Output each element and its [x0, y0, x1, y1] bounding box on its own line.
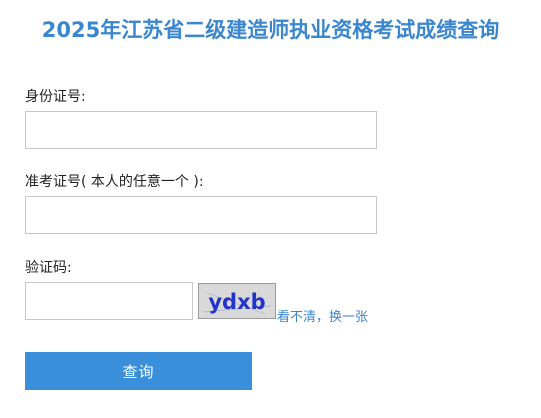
captcha-text: ydxb — [208, 290, 265, 314]
captcha-input[interactable] — [25, 282, 193, 320]
query-button[interactable]: 查询 — [25, 352, 252, 390]
page-title: 2025年江苏省二级建造师执业资格考试成绩查询 — [41, 18, 500, 42]
captcha-label: 验证码: — [25, 260, 72, 276]
admission-number-label: 准考证号( 本人的任意一个 ): — [25, 174, 204, 190]
id-number-input[interactable] — [25, 111, 377, 149]
captcha-image[interactable]: ydxb — [198, 283, 276, 319]
admission-number-input[interactable] — [25, 196, 377, 234]
id-number-label: 身份证号: — [25, 89, 86, 105]
refresh-captcha-link[interactable]: 看不清，换一张 — [277, 306, 368, 325]
